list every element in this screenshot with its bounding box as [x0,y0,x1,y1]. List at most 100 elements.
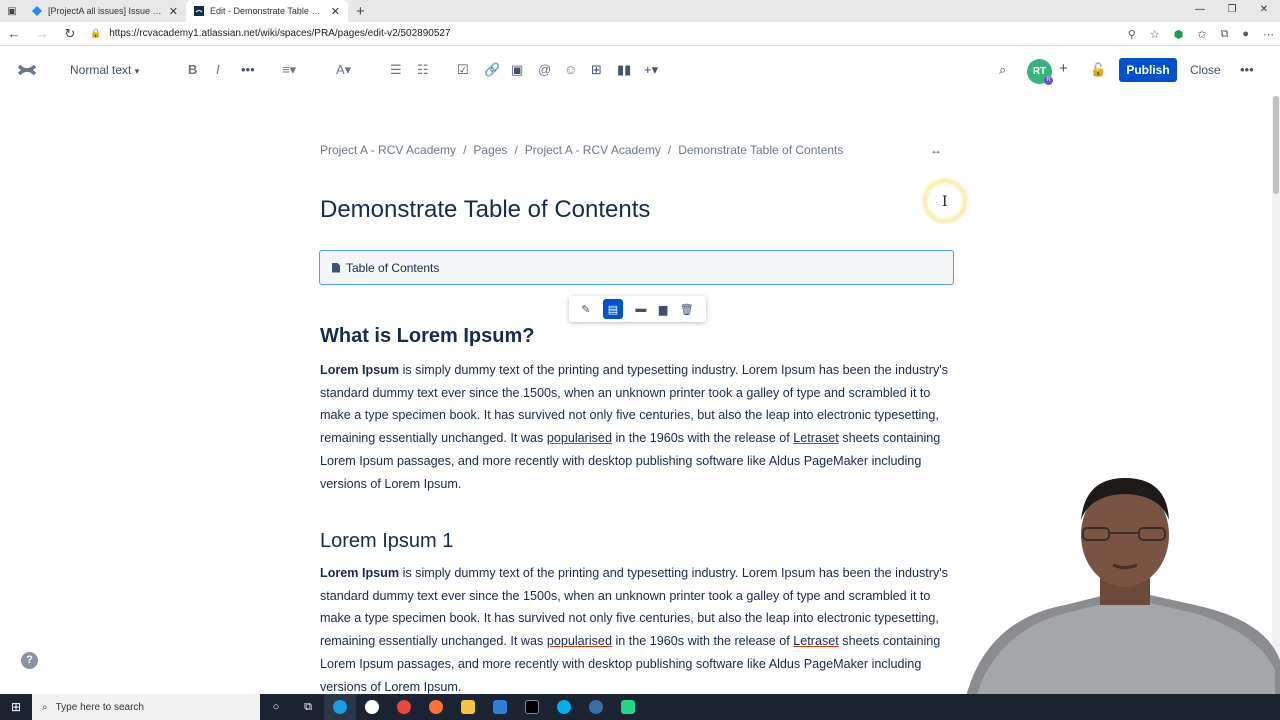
breadcrumb: Project A - RCV Academy / Pages / Project A … [320,143,844,157]
more-formatting-icon[interactable]: ••• [241,62,255,77]
browser-tab-bar: ▣ [ProjectA all issues] Issue navigato ✕… [0,0,1280,22]
cortana-icon[interactable]: ○ [260,694,292,720]
windows-taskbar: ⊞ ⌕ Type here to search ○ ⧉ [0,694,1280,720]
link-icon[interactable]: 🔗 [484,62,500,78]
breadcrumb-item[interactable]: Demonstrate Table of Contents [678,143,843,157]
avatar-badge: R [1044,76,1053,85]
lock-icon[interactable]: 🔒 [90,28,101,39]
wide-icon[interactable]: ▬ [635,303,646,315]
task-icon[interactable]: ☑ [457,62,469,78]
url-field[interactable]: 🔒 https://rcvacademy1.atlassian.net/wiki… [90,28,1030,39]
align-icon[interactable]: ≡▾ [282,62,296,78]
bold-lead: Lorem Ipsum [320,363,400,377]
store-icon[interactable] [484,694,516,720]
section-heading[interactable]: What is Lorem Ipsum? [320,325,534,348]
toc-label: Table of Contents [346,260,440,275]
toc-macro[interactable]: Table of Contents [319,250,954,285]
close-tab-icon[interactable]: ✕ [169,5,178,18]
text-cursor-icon: I [942,194,948,210]
paragraph-text: in the 1960s with the release of [611,634,794,649]
help-icon[interactable]: ? [21,652,38,669]
search-icon[interactable]: ⌕ [999,62,1006,78]
hp-icon[interactable] [356,694,388,720]
scrollbar-thumb[interactable] [1273,96,1279,194]
jira-icon [32,6,42,16]
new-tab-icon[interactable]: + [356,0,365,22]
edge-icon[interactable] [324,694,356,720]
page-title[interactable]: Demonstrate Table of Contents [320,196,650,224]
close-tab-icon[interactable]: ✕ [331,5,340,18]
section-paragraph[interactable]: Lorem Ipsum is simply dummy text of the … [320,562,950,698]
edit-icon[interactable]: ✎ [581,303,590,316]
document-icon [332,262,340,273]
section-heading[interactable]: Lorem Ipsum 1 [320,530,453,553]
bold-icon[interactable]: B [188,62,197,77]
favorite-icon[interactable]: ☆ [1150,28,1160,41]
tab-actions-icon[interactable]: ▣ [0,0,24,22]
publish-button[interactable]: Publish [1119,58,1177,82]
layout-icon[interactable]: ▮▮ [617,62,631,78]
delete-icon[interactable]: 🗑 [680,303,694,316]
text-color-icon[interactable]: A▾ [336,62,351,78]
shield-icon[interactable]: ⬢ [1174,28,1184,41]
invite-icon[interactable]: + [1059,60,1068,77]
taskbar-search[interactable]: ⌕ Type here to search [32,694,260,720]
align-center-icon[interactable]: ▤ [602,299,623,319]
address-bar: ← → ↻ 🔒 https://rcvacademy1.atlassian.ne… [0,22,1280,46]
pycharm-icon[interactable] [612,694,644,720]
reload-icon[interactable]: ↻ [56,26,84,42]
zoom-icon[interactable]: ⚲ [1128,28,1136,41]
full-width-toggle-icon[interactable]: ↔ [930,143,942,157]
chrome-icon[interactable] [388,694,420,720]
firefox-icon[interactable] [420,694,452,720]
misspelled-word[interactable]: popularised [547,431,612,445]
recorder-icon[interactable] [580,694,612,720]
bullet-list-icon[interactable]: ☰ [390,62,402,78]
skype-icon[interactable] [548,694,580,720]
file-explorer-icon[interactable] [452,694,484,720]
profile-icon[interactable]: ● [1242,28,1249,40]
chevron-down-icon: ▾ [134,66,140,76]
misspelled-word[interactable]: popularised [547,634,612,648]
back-icon[interactable]: ← [0,26,28,41]
collections-icon[interactable]: ⧉ [1220,28,1228,41]
close-button[interactable]: Close [1190,63,1221,77]
browser-tab-edit[interactable]: Edit - Demonstrate Table of Conte ✕ [186,0,348,22]
paragraph-text: in the 1960s with the release of [611,431,794,446]
insert-more-icon[interactable]: +▾ [644,62,658,78]
browser-tab-issues[interactable]: [ProjectA all issues] Issue navigato ✕ [24,0,186,22]
search-placeholder: Type here to search [55,701,144,713]
confluence-logo-icon[interactable] [17,60,37,80]
favorites-icon[interactable]: ✩ [1197,28,1206,41]
section-paragraph[interactable]: Lorem Ipsum is simply dummy text of the … [320,359,950,495]
minimize-icon[interactable]: — [1184,0,1216,22]
numbered-list-icon[interactable]: ☷ [417,62,429,78]
text-style-dropdown[interactable]: Normal text ▾ [70,63,139,77]
confluence-icon [194,6,204,16]
restrictions-icon[interactable]: 🔓 [1090,62,1106,78]
misspelled-word[interactable]: Letraset [793,634,839,648]
breadcrumb-item[interactable]: Pages [473,143,507,157]
windows-start-icon[interactable]: ⊞ [0,700,32,714]
mention-icon[interactable]: @ [538,62,551,77]
full-width-icon[interactable]: ▆ [659,303,667,316]
forward-icon[interactable]: → [28,26,56,41]
window-close-icon[interactable]: ✕ [1248,0,1280,22]
terminal-icon[interactable] [516,694,548,720]
breadcrumb-item[interactable]: Project A - RCV Academy [320,143,456,157]
emoji-icon[interactable]: ☺ [564,62,577,77]
restore-icon[interactable]: ❐ [1216,0,1248,22]
more-actions-icon[interactable]: ••• [1240,62,1254,77]
browser-actions: ⚲ ☆ ⬢ ✩ ⧉ ● ⋯ [1128,22,1274,46]
bold-lead: Lorem Ipsum [320,566,400,580]
italic-icon[interactable]: I [216,62,220,77]
macro-toolbar: ✎ ▤ ▬ ▆ 🗑 [569,296,706,322]
tab-title: Edit - Demonstrate Table of Conte [210,6,325,16]
task-view-icon[interactable]: ⧉ [292,694,324,720]
breadcrumb-item[interactable]: Project A - RCV Academy [525,143,661,157]
presenter-webcam-image [965,478,1280,700]
table-icon[interactable]: ⊞ [591,62,602,78]
menu-icon[interactable]: ⋯ [1263,28,1274,41]
misspelled-word[interactable]: Letraset [793,431,839,445]
image-icon[interactable]: ▣ [511,62,523,78]
